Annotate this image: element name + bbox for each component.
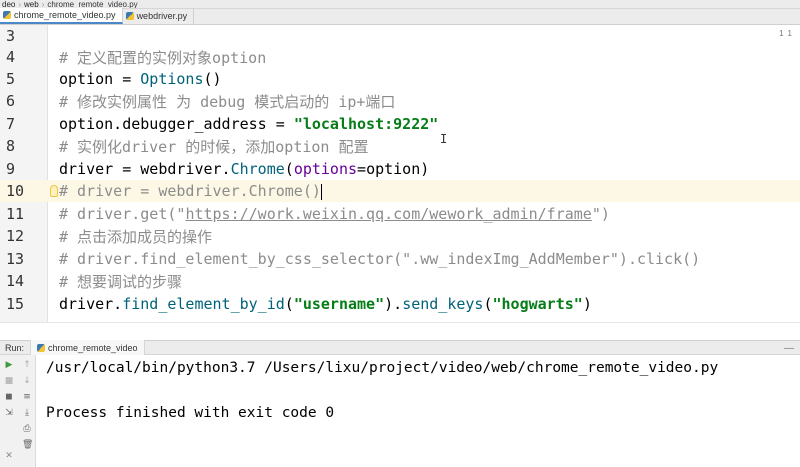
- code-operator: =: [357, 160, 367, 178]
- lightbulb-icon[interactable]: [50, 185, 58, 197]
- code-comment: # driver = webdriver.Chrome(): [59, 182, 321, 200]
- code-variable: option: [59, 70, 114, 88]
- code-operator: =: [113, 70, 141, 88]
- code-punct: (: [483, 295, 493, 313]
- stop-icon[interactable]: ■: [4, 376, 14, 386]
- run-tab-label: chrome_remote_video: [48, 342, 138, 353]
- run-toolbar: ▶ ↑ ■ ↓ ◼ ≡ ⇲ ⤓ ⎙ 🗑 ✕: [0, 355, 36, 467]
- line-number: 4: [6, 48, 16, 66]
- line-number: 9: [6, 160, 16, 178]
- code-string: "hogwarts": [492, 295, 583, 313]
- panel-splitter[interactable]: [0, 322, 800, 340]
- code-comment: # 定义配置的实例对象option: [59, 48, 267, 67]
- code-call: find_element_by_id: [122, 295, 285, 313]
- rerun-icon[interactable]: ▶: [4, 360, 14, 370]
- console-line: Process finished with exit code 0: [46, 405, 335, 421]
- line-number: 7: [6, 115, 16, 133]
- code-text: option = Options(): [59, 70, 222, 88]
- code-punct: ).: [384, 295, 403, 313]
- tab-chrome-remote-video[interactable]: chrome_remote_video.py: [0, 8, 123, 24]
- code-variable: driver: [59, 160, 114, 178]
- code-text: driver.find_element_by_id("username").se…: [59, 295, 592, 313]
- code-line[interactable]: 11 # driver.get("https://work.weixin.qq.…: [0, 203, 800, 225]
- code-call: send_keys: [402, 295, 484, 313]
- code-comment: # 修改实例属性 为 debug 模式启动的 ip+端口: [59, 92, 396, 111]
- code-url-link[interactable]: https://work.weixin.qq.com/wework_admin/…: [185, 205, 591, 223]
- code-call: Chrome: [230, 160, 285, 178]
- print-icon[interactable]: ⎙: [22, 424, 32, 434]
- code-editor[interactable]: 1 1 3 4 # 定义配置的实例对象option 5 option = Opt…: [0, 25, 800, 322]
- code-punct: ): [420, 160, 430, 178]
- code-punct: (): [203, 70, 222, 88]
- code-punct: (: [284, 295, 294, 313]
- line-number: 14: [6, 272, 25, 290]
- code-keyword-arg: options: [293, 160, 358, 178]
- code-variable: option: [366, 160, 421, 178]
- code-line[interactable]: 6 # 修改实例属性 为 debug 模式启动的 ip+端口: [0, 90, 800, 112]
- code-comment: # 想要调试的步骤: [59, 272, 183, 291]
- code-comment: # 点击添加成员的操作: [59, 227, 213, 246]
- code-line[interactable]: 5 option = Options(): [0, 68, 800, 90]
- python-file-icon: [3, 11, 11, 19]
- line-number: 10: [6, 182, 25, 200]
- scroll-to-end-icon[interactable]: ⤓: [22, 408, 32, 418]
- code-line[interactable]: 8 # 实例化driver 的时候，添加option 配置: [0, 135, 800, 157]
- code-line[interactable]: 3: [0, 25, 800, 47]
- code-comment: "): [591, 205, 610, 223]
- code-object: driver.: [59, 295, 123, 313]
- code-text: option.debugger_address = "localhost:922…: [59, 115, 438, 133]
- minimize-icon[interactable]: —: [784, 343, 794, 354]
- run-tab-chrome-remote-video[interactable]: chrome_remote_video: [30, 340, 145, 355]
- code-comment: # 实例化driver 的时候，添加option 配置: [59, 137, 369, 156]
- code-line[interactable]: 14 # 想要调试的步骤: [0, 270, 800, 292]
- code-variable: option.debugger_address: [59, 115, 267, 133]
- code-line-current[interactable]: 10 # driver = webdriver.Chrome(): [0, 180, 800, 202]
- soft-wrap-icon[interactable]: ≡: [22, 392, 32, 402]
- code-text: driver = webdriver.Chrome(options=option…: [59, 160, 429, 178]
- code-operator: =: [266, 115, 294, 133]
- code-operator: =: [113, 160, 141, 178]
- line-number: 11: [6, 205, 25, 223]
- code-line[interactable]: 13 # driver.find_element_by_css_selector…: [0, 248, 800, 270]
- console-line: /usr/local/bin/python3.7 /Users/lixu/pro…: [46, 360, 719, 376]
- text-caret: [320, 183, 322, 200]
- code-punct: ): [582, 295, 592, 313]
- code-line[interactable]: 9 driver = webdriver.Chrome(options=opti…: [0, 158, 800, 180]
- line-number: 13: [6, 250, 25, 268]
- code-punct: (: [284, 160, 294, 178]
- code-object: webdriver.: [140, 160, 231, 178]
- code-line[interactable]: 12 # 点击添加成员的操作: [0, 225, 800, 247]
- python-file-icon: [37, 343, 45, 352]
- settings-icon[interactable]: ◼: [4, 392, 14, 402]
- line-number: 8: [6, 137, 16, 155]
- tab-webdriver[interactable]: webdriver.py: [123, 8, 195, 24]
- code-string: "localhost:9222": [293, 115, 439, 133]
- code-text: # driver = webdriver.Chrome(): [59, 182, 322, 200]
- python-file-icon: [125, 12, 134, 20]
- line-number: 15: [6, 295, 25, 313]
- line-number: 3: [6, 27, 16, 45]
- run-console-output[interactable]: /usr/local/bin/python3.7 /Users/lixu/pro…: [36, 355, 800, 467]
- code-text: # driver.get("https://work.weixin.qq.com…: [59, 205, 610, 223]
- line-number: 5: [6, 70, 16, 88]
- run-label: Run:: [5, 342, 25, 353]
- run-tool-window-header: Run: chrome_remote_video —: [0, 340, 800, 355]
- restore-layout-icon[interactable]: ⇲: [4, 408, 14, 418]
- scroll-down-icon[interactable]: ↓: [22, 376, 32, 386]
- code-comment: # driver.find_element_by_css_selector(".…: [59, 250, 701, 268]
- editor-tab-bar: chrome_remote_video.py webdriver.py: [0, 8, 800, 25]
- code-line[interactable]: 15 driver.find_element_by_id("username")…: [0, 293, 800, 315]
- tab-label: webdriver.py: [136, 11, 188, 21]
- code-call: Options: [140, 70, 204, 88]
- code-line[interactable]: 7 option.debugger_address = "localhost:9…: [0, 113, 800, 135]
- scroll-up-icon[interactable]: ↑: [22, 360, 32, 370]
- trash-icon[interactable]: 🗑: [22, 440, 33, 450]
- code-comment: # driver.get(": [59, 205, 186, 223]
- tab-label: chrome_remote_video.py: [14, 10, 116, 20]
- line-number: 12: [6, 227, 25, 245]
- code-line[interactable]: 4 # 定义配置的实例对象option: [0, 46, 800, 68]
- line-number: 6: [6, 92, 16, 110]
- pin-icon[interactable]: ✕: [4, 451, 14, 461]
- code-string: "username": [293, 295, 385, 313]
